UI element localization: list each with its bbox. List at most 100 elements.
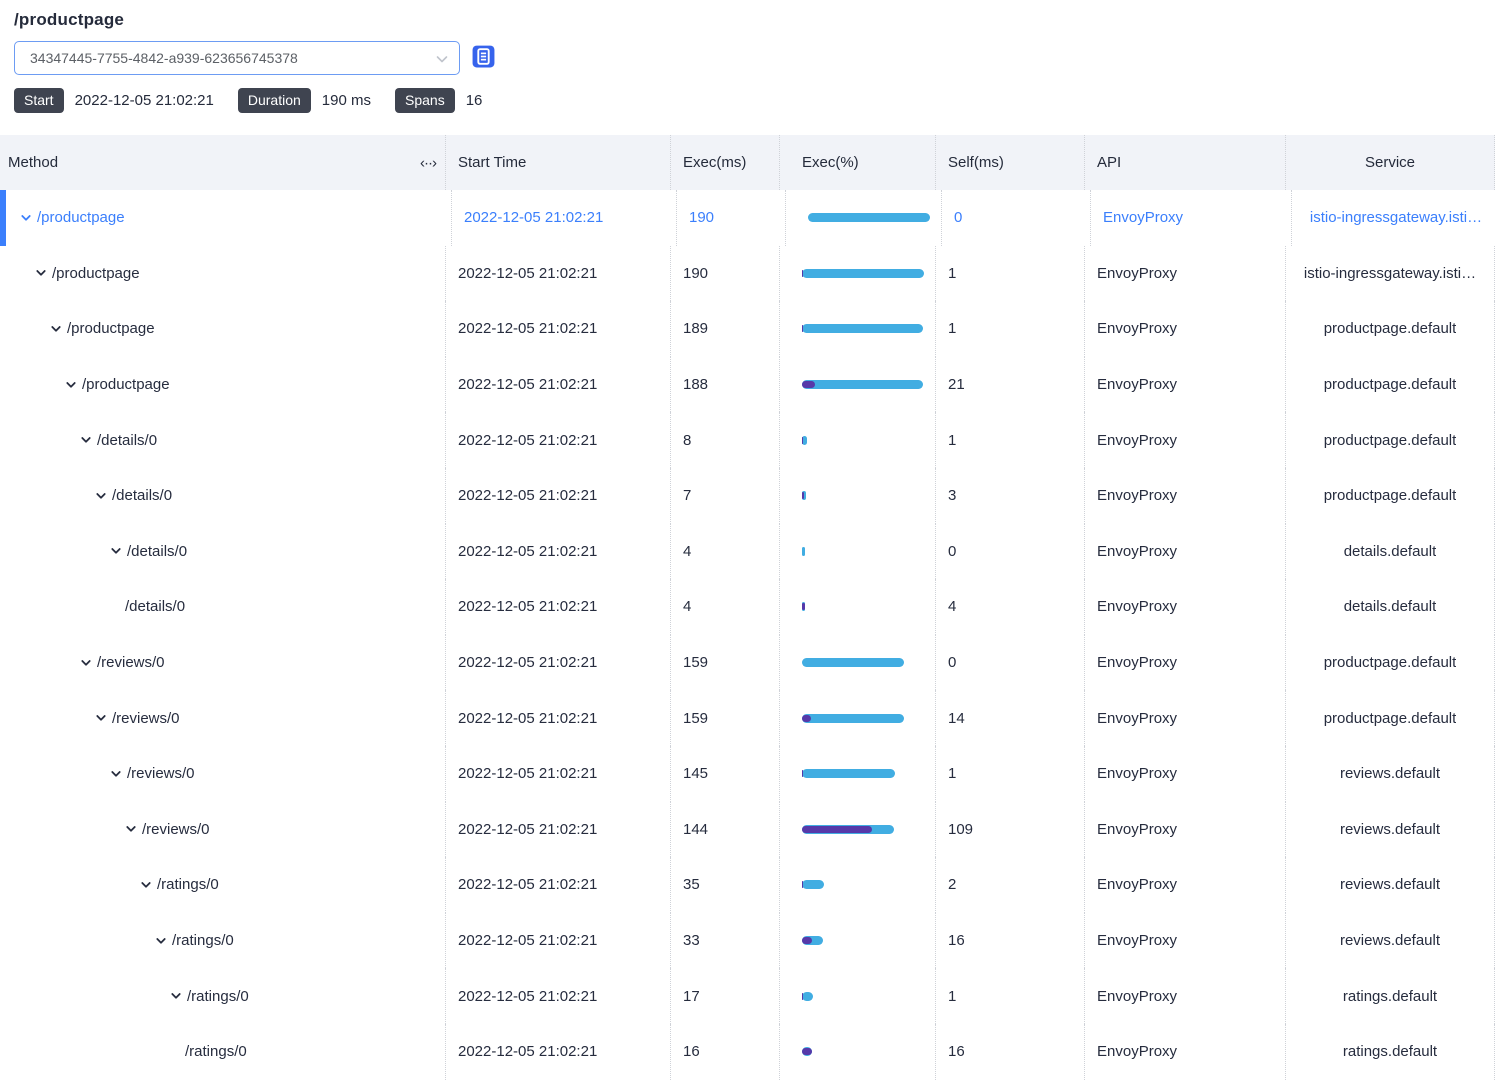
- span-service: productpage.default: [1324, 320, 1457, 337]
- column-header-label: Start Time: [458, 154, 526, 171]
- exec-percent-bar: [802, 769, 924, 778]
- span-service-cell: productpage.default: [1286, 301, 1495, 357]
- exec-percent-bar: [802, 602, 924, 611]
- caret-down-icon[interactable]: [80, 657, 92, 669]
- span-exec-percent-cell: [780, 301, 936, 357]
- span-self-ms: 0: [936, 524, 1085, 580]
- span-method-label: /ratings/0: [187, 988, 249, 1005]
- caret-down-icon[interactable]: [65, 379, 77, 391]
- exec-percent-bar: [802, 491, 924, 500]
- span-api: EnvoyProxy: [1085, 524, 1286, 580]
- span-service: istio-ingressgateway.isti…: [1304, 265, 1476, 282]
- trace-span-row[interactable]: /details/02022-12-05 21:02:2181EnvoyProx…: [0, 412, 1495, 468]
- trace-span-row[interactable]: /ratings/02022-12-05 21:02:21171EnvoyPro…: [0, 968, 1495, 1024]
- caret-down-icon[interactable]: [95, 490, 107, 502]
- span-api: EnvoyProxy: [1085, 690, 1286, 746]
- caret-down-icon[interactable]: [155, 935, 167, 947]
- span-exec-percent-cell: [780, 690, 936, 746]
- copy-trace-id-button[interactable]: [471, 45, 497, 71]
- trace-span-row[interactable]: /reviews/02022-12-05 21:02:211451EnvoyPr…: [0, 746, 1495, 802]
- span-exec-ms: 189: [671, 301, 780, 357]
- span-service: ratings.default: [1343, 988, 1437, 1005]
- span-start-time: 2022-12-05 21:02:21: [446, 524, 671, 580]
- caret-down-icon[interactable]: [20, 212, 32, 224]
- exec-percent-bar: [802, 825, 924, 834]
- caret-down-icon[interactable]: [35, 267, 47, 279]
- span-api: EnvoyProxy: [1085, 412, 1286, 468]
- span-method-cell: /reviews/0: [0, 746, 446, 802]
- duration-value: 190 ms: [322, 92, 371, 109]
- span-exec-percent-cell: [780, 246, 936, 302]
- span-service: reviews.default: [1340, 876, 1440, 893]
- caret-down-icon[interactable]: [50, 323, 62, 335]
- trace-span-row[interactable]: /ratings/02022-12-05 21:02:21352EnvoyPro…: [0, 857, 1495, 913]
- span-service-cell: ratings.default: [1286, 968, 1495, 1024]
- span-exec-ms: 159: [671, 690, 780, 746]
- span-exec-percent-cell: [780, 635, 936, 691]
- span-self-ms: 1: [936, 246, 1085, 302]
- span-exec-ms: 159: [671, 635, 780, 691]
- exec-bar-segment: [802, 324, 923, 333]
- span-api: EnvoyProxy: [1085, 635, 1286, 691]
- clipboard-icon: [471, 44, 496, 72]
- span-service: productpage.default: [1324, 432, 1457, 449]
- span-method-cell: /ratings/0: [0, 1024, 446, 1080]
- trace-span-row[interactable]: /productpage2022-12-05 21:02:211891Envoy…: [0, 301, 1495, 357]
- span-self-ms: 1: [936, 968, 1085, 1024]
- span-api: EnvoyProxy: [1085, 746, 1286, 802]
- span-self-ms: 1: [936, 746, 1085, 802]
- span-exec-percent-cell: [780, 412, 936, 468]
- caret-down-icon[interactable]: [170, 990, 182, 1002]
- span-method-label: /ratings/0: [172, 932, 234, 949]
- self-bar-segment: [802, 826, 872, 833]
- exec-percent-bar: [808, 213, 930, 222]
- column-header-label: Method: [8, 154, 58, 171]
- column-header-label: Service: [1365, 154, 1415, 171]
- trace-span-row[interactable]: /reviews/02022-12-05 21:02:21144109Envoy…: [0, 802, 1495, 858]
- span-method-label: /reviews/0: [112, 710, 180, 727]
- exec-percent-bar: [802, 547, 924, 556]
- column-resize-icon[interactable]: ‹··›: [420, 154, 436, 171]
- self-bar-segment: [802, 715, 811, 722]
- caret-down-icon[interactable]: [125, 823, 137, 835]
- column-header-self-ms: Self(ms): [936, 135, 1085, 190]
- trace-span-row[interactable]: /details/02022-12-05 21:02:2140EnvoyProx…: [0, 524, 1495, 580]
- trace-span-row[interactable]: /ratings/02022-12-05 21:02:211616EnvoyPr…: [0, 1024, 1495, 1080]
- span-method-cell: /productpage: [0, 301, 446, 357]
- span-method-label: /productpage: [67, 320, 155, 337]
- chevron-down-icon: [435, 52, 449, 71]
- start-value: 2022-12-05 21:02:21: [75, 92, 214, 109]
- trace-span-row[interactable]: /productpage2022-12-05 21:02:211900Envoy…: [0, 190, 1495, 246]
- span-exec-percent-cell: [780, 579, 936, 635]
- caret-down-icon[interactable]: [110, 545, 122, 557]
- caret-down-icon[interactable]: [95, 712, 107, 724]
- trace-span-row[interactable]: /reviews/02022-12-05 21:02:2115914EnvoyP…: [0, 690, 1495, 746]
- trace-span-row[interactable]: /reviews/02022-12-05 21:02:211590EnvoyPr…: [0, 635, 1495, 691]
- span-self-ms: 1: [936, 412, 1085, 468]
- span-method-cell: /details/0: [0, 524, 446, 580]
- spans-badge: Spans: [395, 88, 455, 113]
- caret-down-icon[interactable]: [80, 434, 92, 446]
- exec-percent-bar: [802, 992, 924, 1001]
- column-header-exec-ms: Exec(ms): [671, 135, 780, 190]
- span-self-ms: 1: [936, 301, 1085, 357]
- trace-span-row[interactable]: /productpage2022-12-05 21:02:211901Envoy…: [0, 246, 1495, 302]
- exec-bar-segment: [802, 992, 813, 1001]
- table-body: /productpage2022-12-05 21:02:211900Envoy…: [0, 190, 1495, 1080]
- span-service: reviews.default: [1340, 765, 1440, 782]
- trace-span-row[interactable]: /details/02022-12-05 21:02:2144EnvoyProx…: [0, 579, 1495, 635]
- self-bar-segment: [802, 492, 804, 499]
- trace-span-row[interactable]: /ratings/02022-12-05 21:02:213316EnvoyPr…: [0, 913, 1495, 969]
- trace-id-select[interactable]: 34347445-7755-4842-a939-623656745378: [14, 41, 460, 75]
- span-method-label: /ratings/0: [157, 876, 219, 893]
- caret-down-icon[interactable]: [140, 879, 152, 891]
- span-service-cell: reviews.default: [1286, 857, 1495, 913]
- exec-bar-segment: [802, 880, 824, 889]
- column-header-exec-pct: Exec(%): [780, 135, 936, 190]
- caret-down-icon[interactable]: [110, 768, 122, 780]
- span-method-cell: /productpage: [0, 357, 446, 413]
- trace-span-row[interactable]: /details/02022-12-05 21:02:2173EnvoyProx…: [0, 468, 1495, 524]
- trace-span-row[interactable]: /productpage2022-12-05 21:02:2118821Envo…: [0, 357, 1495, 413]
- span-exec-percent-cell: [780, 802, 936, 858]
- span-self-ms: 0: [936, 635, 1085, 691]
